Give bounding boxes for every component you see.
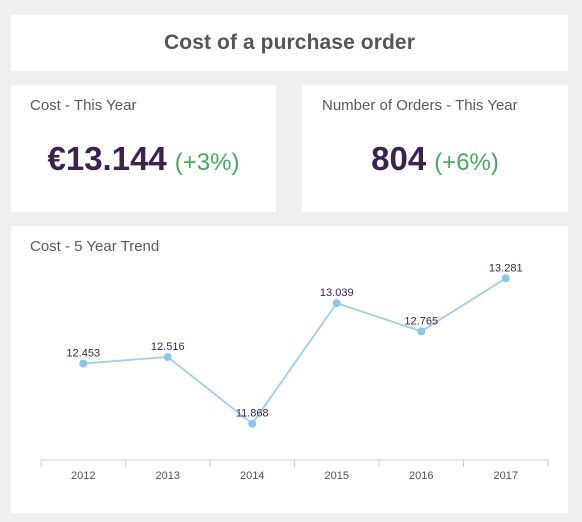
kpi-cost-value: €13.144: [47, 140, 167, 177]
data-label: 13.281: [489, 262, 523, 274]
data-point: [417, 327, 426, 336]
kpi-cost-value-row: €13.144 (+3%): [11, 140, 276, 178]
data-label: 11.868: [236, 408, 269, 420]
series-line: [83, 277, 507, 426]
kpi-orders-label: Number of Orders - This Year: [322, 97, 518, 114]
kpi-cost-change: (+3%): [174, 149, 240, 176]
x-tick-label: 2017: [494, 470, 518, 482]
data-label: 12.516: [151, 341, 185, 353]
kpi-orders-value: 804: [371, 140, 427, 177]
data-label: 12.453: [66, 347, 100, 359]
x-tick-label: 2013: [156, 470, 180, 482]
data-point: [248, 419, 257, 428]
data-label: 12.765: [404, 315, 438, 327]
x-tick-label: 2012: [71, 470, 95, 482]
kpi-card-orders: Number of Orders - This Year 804 (+6%): [302, 85, 568, 212]
kpi-orders-value-row: 804 (+6%): [302, 140, 568, 178]
data-point: [332, 299, 341, 308]
x-tick-label: 2015: [325, 470, 349, 482]
page-title: Cost of a purchase order: [164, 31, 415, 54]
x-tick-label: 2016: [409, 470, 433, 482]
title-panel: Cost of a purchase order: [11, 15, 568, 71]
data-point: [501, 274, 510, 283]
trend-chart-panel: 2012 2013 2014 2015 2016 2017 12.453 12.516 11.8…: [11, 226, 568, 513]
trend-chart: 2012 2013 2014 2015 2016 2017 12.453 12.516 11.8…: [40, 262, 549, 482]
data-label: 13.039: [320, 287, 354, 299]
kpi-card-cost: Cost - This Year €13.144 (+3%): [11, 85, 276, 212]
data-point: [79, 359, 88, 368]
x-tick-label: 2014: [240, 470, 264, 482]
kpi-orders-change: (+6%): [434, 149, 499, 176]
trend-chart-title: Cost - 5 Year Trend: [30, 238, 160, 255]
data-point: [163, 353, 172, 361]
kpi-cost-label: Cost - This Year: [30, 97, 137, 114]
